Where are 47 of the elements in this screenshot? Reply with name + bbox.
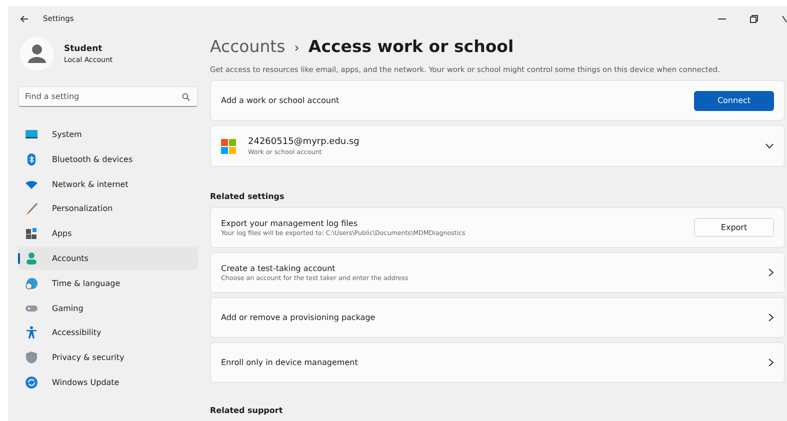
nav-item[interactable]: Time & language bbox=[18, 272, 198, 295]
section-heading: Related support bbox=[210, 406, 284, 415]
nav-item[interactable]: System bbox=[18, 123, 198, 146]
brush-icon bbox=[25, 202, 38, 216]
nav-item[interactable]: Privacy & security bbox=[18, 346, 198, 370]
nav-item[interactable]: Network & internet bbox=[18, 172, 198, 196]
row-title: Export your management log files bbox=[221, 218, 358, 228]
nav-item[interactable]: Apps bbox=[18, 222, 198, 246]
nav-item[interactable]: Personalization bbox=[18, 197, 198, 220]
update-icon bbox=[25, 376, 38, 389]
nav-item[interactable]: Accessibility bbox=[18, 321, 198, 344]
avatar-icon bbox=[20, 37, 54, 71]
breadcrumb-separator: › bbox=[294, 41, 300, 56]
row-title: Create a test-taking account bbox=[221, 264, 336, 272]
user-name: Student bbox=[64, 44, 104, 54]
connect-button[interactable]: Connect bbox=[694, 90, 774, 110]
account-email: 24260515@myrp.edu.sg bbox=[248, 136, 360, 146]
apps-icon bbox=[25, 227, 38, 240]
page-title: Access work or school bbox=[308, 37, 514, 56]
globe-clock-icon bbox=[25, 276, 38, 290]
four-squares-logo-icon bbox=[221, 138, 236, 154]
row-title: Enroll only in device management bbox=[221, 358, 359, 367]
monitor-icon bbox=[25, 128, 38, 141]
restore-icon[interactable] bbox=[750, 14, 758, 22]
nav-item[interactable]: Windows Update bbox=[18, 370, 198, 394]
breadcrumb-link[interactable]: Accounts bbox=[210, 37, 286, 56]
row-title: Add or remove a provisioning package bbox=[221, 313, 376, 322]
add-account-label: Add a work or school account bbox=[221, 96, 340, 105]
selection-indicator bbox=[18, 252, 20, 264]
nav-item[interactable]: Accounts bbox=[18, 246, 198, 270]
person-icon bbox=[25, 252, 38, 265]
shield-icon bbox=[25, 351, 38, 364]
chevron-right-icon bbox=[768, 268, 774, 277]
accessibility-icon bbox=[25, 326, 38, 340]
search-icon bbox=[182, 92, 190, 100]
section-heading: Related settings bbox=[210, 192, 286, 201]
chevron-right-icon bbox=[768, 358, 774, 367]
nav-item[interactable]: Bluetooth & devices bbox=[18, 148, 198, 171]
chevron-down-icon[interactable] bbox=[765, 143, 774, 149]
chevron-right-icon bbox=[768, 313, 774, 322]
back-arrow-icon[interactable] bbox=[20, 14, 29, 22]
bluetooth-icon bbox=[25, 152, 38, 166]
settings-row[interactable]: Add or remove a provisioning package bbox=[210, 297, 785, 338]
export-button[interactable]: Export bbox=[694, 218, 774, 237]
search-field[interactable]: Find a setting bbox=[18, 86, 198, 107]
nav-item[interactable]: Gaming bbox=[18, 296, 198, 320]
settings-row[interactable]: Enroll only in device management bbox=[210, 342, 785, 383]
